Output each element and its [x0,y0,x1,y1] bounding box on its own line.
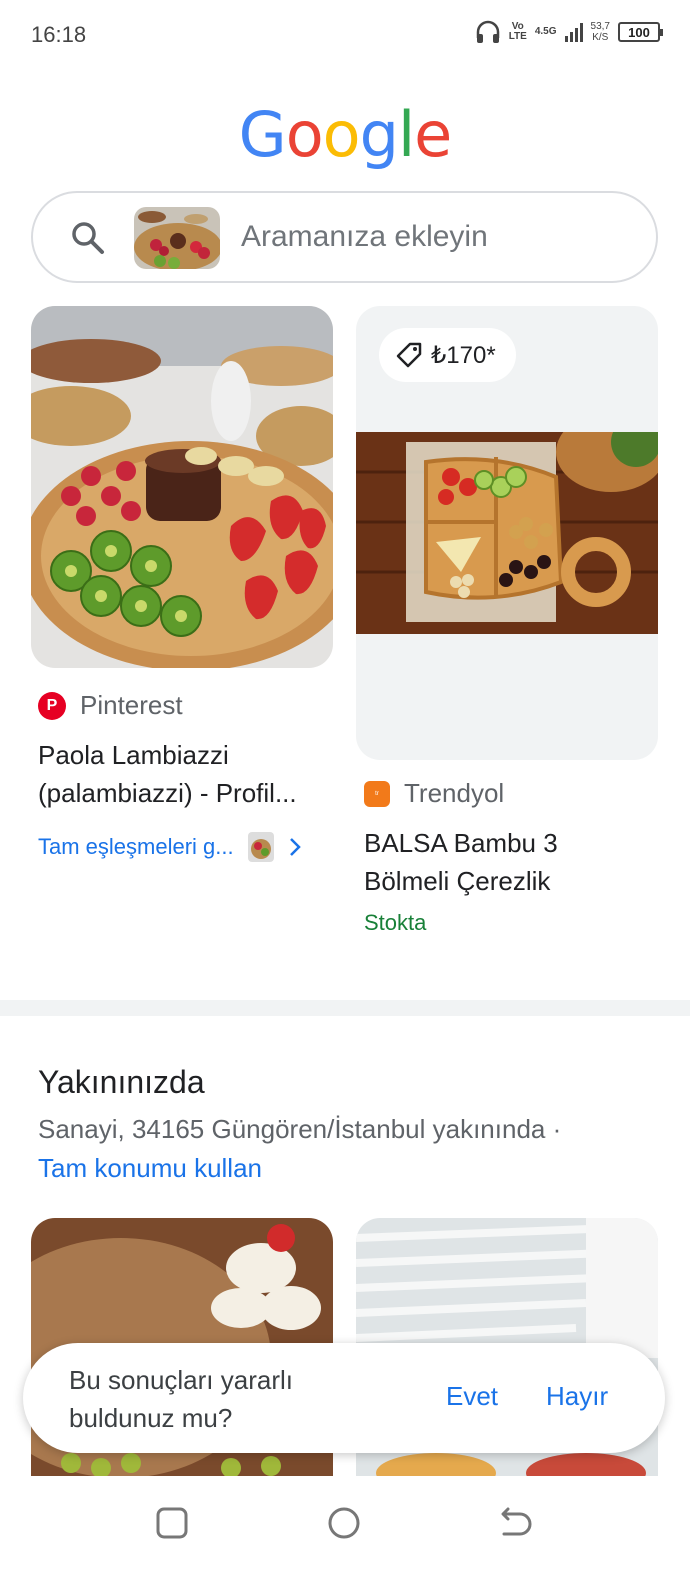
use-precise-location-link[interactable]: Tam konumu kullan [38,1153,262,1184]
pinterest-logo-icon: P [38,691,66,720]
title-line: BALSA Bambu 3 [364,828,558,858]
result-source-pinterest[interactable]: P Pinterest [38,690,183,721]
price-tag-icon [396,342,422,368]
feedback-question: Bu sonuçları yararlı buldunuz mu? [69,1361,359,1437]
search-bar[interactable]: Aramanıza ekleyin [31,191,658,283]
search-placeholder[interactable]: Aramanıza ekleyin [241,220,488,254]
volte-indicator: Vo LTE [508,21,527,42]
status-time: 16:18 [31,22,87,47]
availability-label: Stokta [364,910,427,935]
result-image-pinterest[interactable] [31,306,333,668]
trendyol-logo-icon: tr [364,780,390,807]
logo-letter: o [285,98,324,171]
logo-letter: l [397,98,415,171]
feedback-question-line: Bu sonuçları yararlı [69,1365,293,1395]
chevron-right-icon [289,838,301,856]
price-chip[interactable]: ₺170* [379,328,516,382]
title-line: Bölmeli Çerezlik [364,866,551,896]
feedback-yes-button[interactable]: Evet [446,1381,498,1412]
recents-square-icon[interactable] [155,1506,189,1540]
result-title-trendyol[interactable]: BALSA Bambu 3 Bölmeli Çerezlik [364,824,558,900]
battery-icon: 100 [618,22,663,42]
network-type: 4.5G [534,26,557,37]
logo-letter: G [238,98,287,171]
search-image-thumbnail[interactable] [134,207,220,269]
headphones-icon [476,20,499,43]
home-circle-icon[interactable] [327,1506,361,1540]
speed-unit: K/S [592,32,609,43]
source-name: Trendyol [404,778,505,808]
logo-letter: e [414,98,452,171]
title-line: Paola Lambiazzi [38,740,229,770]
exact-matches-thumbnail [247,832,274,862]
status-bar: 16:18 Vo LTE 4.5G 53,7 K/S 100 [0,0,690,70]
price-value: ₺170* [431,341,496,369]
feedback-question-line: buldunuz mu? [69,1403,233,1433]
section-divider [0,1000,690,1016]
back-arrow-icon[interactable] [498,1506,532,1540]
result-image-trendyol[interactable]: ₺170* [356,306,658,760]
feedback-card: Bu sonuçları yararlı buldunuz mu? Evet H… [23,1343,665,1453]
speed-value: 53,7 [590,21,610,32]
search-icon[interactable] [71,221,105,255]
signal-strength-icon [564,22,583,42]
google-lens-results-page: 16:18 Vo LTE 4.5G 53,7 K/S 100 Google Ar… [0,0,690,1572]
google-logo: Google [0,98,690,171]
status-icons: Vo LTE 4.5G 53,7 K/S 100 [475,20,663,44]
logo-letter: o [322,98,361,171]
source-name: Pinterest [80,690,183,720]
result-title-pinterest[interactable]: Paola Lambiazzi (palambiazzi) - Profil..… [38,736,297,812]
exact-matches-link[interactable]: Tam eşleşmeleri g... [38,832,302,862]
exact-matches-label: Tam eşleşmeleri g... [38,834,234,859]
feedback-no-button[interactable]: Hayır [546,1381,608,1412]
network-speed: 53,7 K/S [591,21,610,43]
title-line: (palambiazzi) - Profil... [38,778,297,808]
system-navigation-bar [0,1476,690,1572]
nearby-location: Sanayi, 34165 Güngören/İstanbul yakınınd… [38,1114,562,1144]
nearby-title: Yakınınızda [38,1064,205,1100]
battery-level: 100 [628,24,650,40]
logo-letter: g [359,98,399,171]
result-source-trendyol[interactable]: tr Trendyol [364,778,504,809]
